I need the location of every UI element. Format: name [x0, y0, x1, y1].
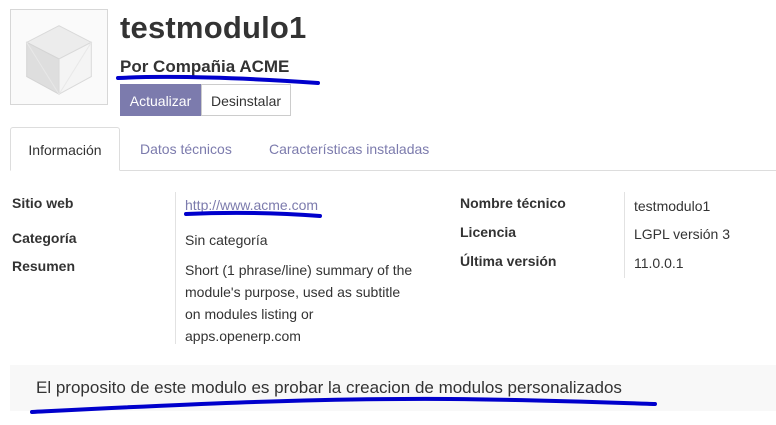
uninstall-button[interactable]: Desinstalar: [201, 84, 291, 116]
summary-line: Short (1 phrase/line) summary of the: [185, 262, 413, 278]
summary-line: apps.openerp.com: [185, 328, 301, 344]
left-column-divider: [175, 192, 176, 344]
technical-name-value: testmodulo1: [634, 198, 711, 214]
tab-datos-tecnicos[interactable]: Datos técnicos: [140, 127, 232, 171]
tab-caracteristicas-instaladas[interactable]: Características instaladas: [269, 127, 429, 171]
license-value: LGPL versión 3: [634, 226, 730, 242]
summary-line: on modules listing or: [185, 306, 314, 322]
website-link[interactable]: http://www.acme.com: [185, 196, 318, 214]
category-label: Categoría: [12, 230, 77, 246]
license-label: Licencia: [460, 224, 517, 240]
module-author: Por Compañia ACME: [120, 57, 290, 76]
website-label: Sitio web: [12, 195, 74, 211]
update-button[interactable]: Actualizar: [120, 84, 201, 116]
tab-informacion[interactable]: Información: [10, 127, 120, 171]
summary-value: Short (1 phrase/line) summary of the mod…: [185, 259, 412, 347]
latest-version-label: Última versión: [460, 253, 557, 269]
right-column-divider: [624, 192, 625, 278]
technical-name-label: Nombre técnico: [460, 195, 566, 211]
module-icon-frame: [10, 9, 108, 105]
module-description: El proposito de este modulo es probar la…: [36, 378, 622, 397]
latest-version-value: 11.0.0.1: [634, 255, 684, 271]
module-title: testmodulo1: [120, 10, 307, 45]
author-underline: [116, 74, 320, 85]
summary-line: module's purpose, used as subtitle: [185, 284, 401, 300]
summary-label: Resumen: [12, 258, 76, 274]
cube-icon: [25, 25, 93, 96]
category-value: Sin categoría: [185, 232, 268, 248]
